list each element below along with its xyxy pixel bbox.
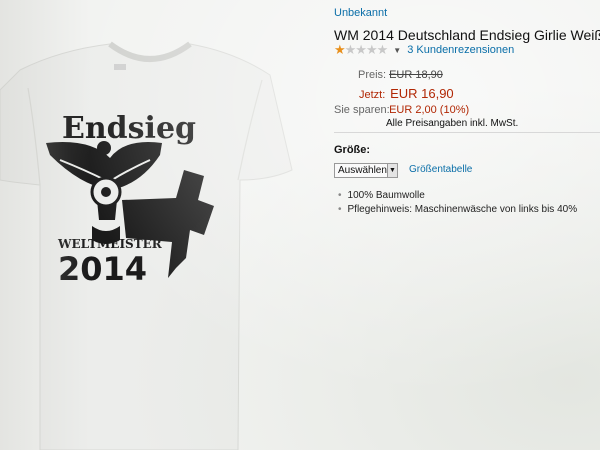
- shirt-text-middle: WELTMEISTER: [57, 237, 163, 251]
- feature-list: 100% Baumwolle Pflegehinweis: Maschinenw…: [338, 190, 578, 218]
- size-label: Größe:: [334, 144, 371, 156]
- size-chart-link[interactable]: Größentabelle: [409, 164, 472, 175]
- divider: [334, 132, 600, 133]
- dropdown-arrow-icon[interactable]: ▼: [386, 164, 397, 177]
- savings-row: Sie sparen: EUR 2,00 (10%): [334, 104, 469, 116]
- star-rating-icon[interactable]: ★★★★★: [334, 42, 388, 58]
- tshirt-image: Endsieg WELTMEISTER 2014: [0, 41, 293, 450]
- list-price-row: Preis: EUR 18,90: [358, 69, 443, 81]
- current-price-label: Jetzt:: [359, 89, 386, 101]
- rating-row: ★★★★★ ▼ 3 Kundenrezensionen: [334, 42, 514, 58]
- reviews-link[interactable]: 3 Kundenrezensionen: [407, 44, 514, 56]
- shirt-tag: [114, 64, 126, 70]
- size-selected-value: Auswählen: [338, 165, 387, 176]
- feature-item: 100% Baumwolle: [338, 190, 577, 201]
- shirt-text-bottom: 2014: [58, 250, 147, 288]
- list-price-label: Preis:: [358, 69, 387, 81]
- shirt-text-top: Endsieg: [62, 111, 196, 146]
- size-dropdown[interactable]: Auswählen ▼: [334, 163, 398, 178]
- current-price: EUR 16,90: [390, 86, 454, 101]
- vat-note: Alle Preisangaben inkl. MwSt.: [386, 118, 519, 129]
- current-price-row: Jetzt: EUR 16,90: [359, 86, 454, 101]
- product-image[interactable]: Endsieg WELTMEISTER 2014: [0, 30, 300, 450]
- feature-item: Pflegehinweis: Maschinenwäsche von links…: [338, 204, 578, 215]
- savings-amount: EUR 2,00 (10%): [389, 104, 470, 116]
- chevron-down-icon[interactable]: ▼: [393, 46, 401, 55]
- savings-label: Sie sparen:: [334, 104, 390, 116]
- brand-link[interactable]: Unbekannt: [334, 7, 387, 19]
- product-title: WM 2014 Deutschland Endsieg Girlie Weiß: [334, 27, 600, 43]
- list-price: EUR 18,90: [389, 69, 443, 81]
